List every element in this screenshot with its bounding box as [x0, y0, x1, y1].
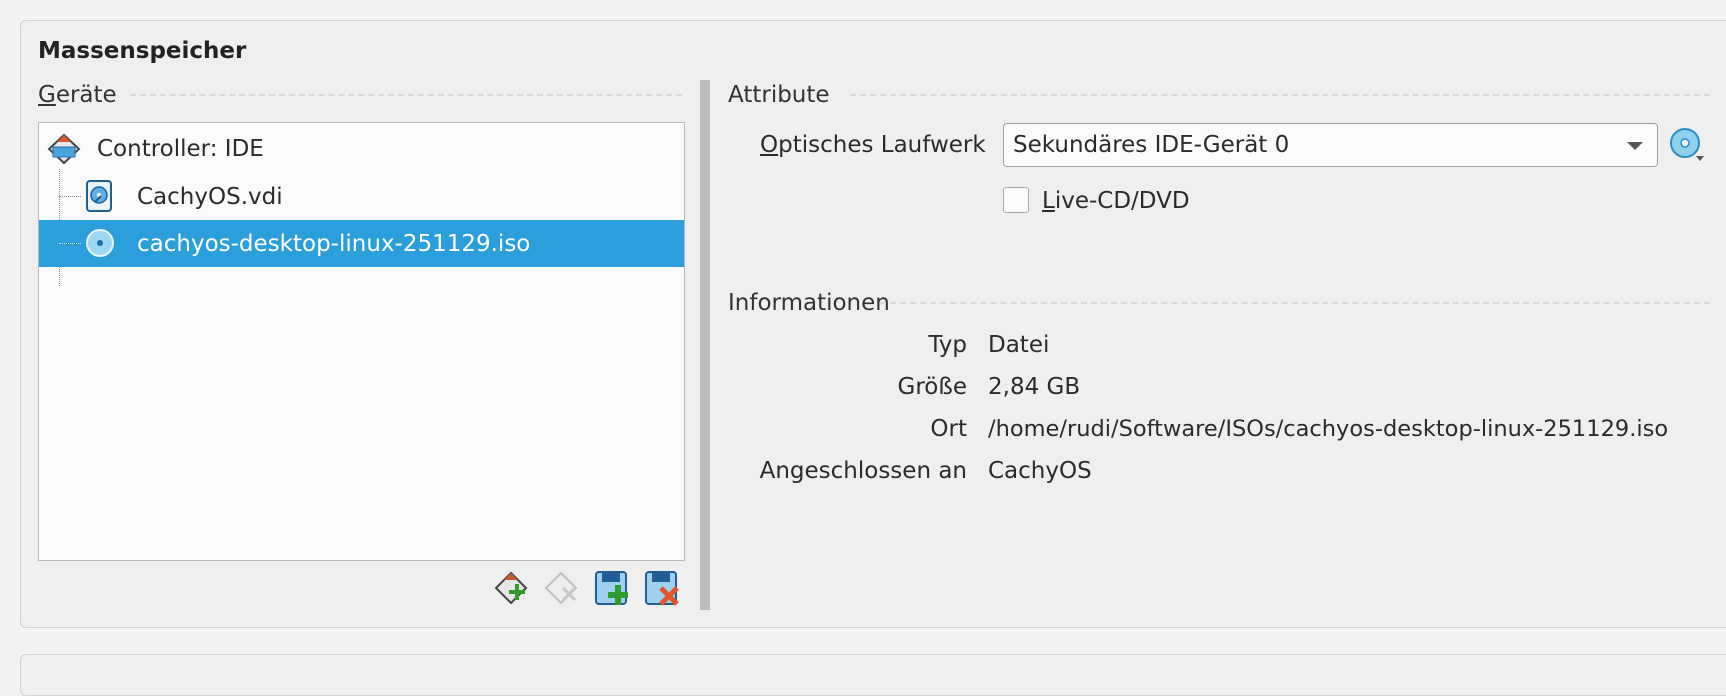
info-value-location[interactable]: /home/rudi/Software/ISOs/cachyos-desktop… — [988, 416, 1668, 442]
optical-disc-icon — [85, 228, 115, 258]
remove-controller-button[interactable] — [543, 570, 581, 608]
information-label: Informationen — [728, 290, 890, 316]
splitter-handle[interactable] — [700, 80, 710, 610]
tree-item-label: cachyos-desktop-linux-251129.iso — [137, 230, 531, 257]
attributes-label: Attribute — [728, 82, 830, 108]
live-cd-label: Live-CD/DVD — [1042, 188, 1190, 214]
remove-controller-icon — [544, 571, 578, 605]
ide-controller-icon — [47, 133, 81, 167]
devices-label: Geräte — [38, 82, 117, 108]
tree-item-controller-ide[interactable]: Controller: IDE — [39, 125, 684, 172]
storage-tree[interactable]: Controller: IDE CachyOS.vdi cachyos-desk… — [38, 122, 685, 561]
tree-item-optical-disc[interactable]: cachyos-desktop-linux-251129.iso — [39, 220, 684, 267]
optical-drive-label: Optisches Laufwerk — [760, 132, 986, 158]
section-title: Massenspeicher — [38, 38, 247, 64]
optical-drive-select[interactable]: Sekundäres IDE-Gerät 0 — [1003, 123, 1658, 167]
devices-separator — [130, 94, 682, 96]
tree-item-label: Controller: IDE — [97, 135, 264, 162]
tree-item-hard-disk[interactable]: CachyOS.vdi — [39, 173, 684, 220]
remove-attachment-button[interactable] — [644, 570, 682, 608]
tree-item-label: CachyOS.vdi — [137, 183, 283, 210]
add-attachment-icon — [595, 571, 628, 605]
info-value-size: 2,84 GB — [988, 374, 1081, 400]
optical-drive-value: Sekundäres IDE-Gerät 0 — [1013, 132, 1290, 158]
live-cd-checkbox[interactable] — [1003, 187, 1029, 213]
attributes-separator — [850, 94, 1710, 96]
add-controller-icon — [494, 571, 528, 605]
choose-disk-button[interactable] — [1668, 126, 1708, 164]
info-key-attached-to: Angeschlossen an — [759, 458, 967, 484]
info-value-type: Datei — [988, 332, 1050, 358]
add-controller-button[interactable] — [493, 570, 531, 608]
info-value-attached-to: CachyOS — [988, 458, 1092, 484]
info-key-type: Typ — [928, 332, 967, 358]
tree-connector — [59, 243, 81, 244]
information-separator — [880, 302, 1710, 304]
add-attachment-button[interactable] — [594, 570, 632, 608]
next-panel — [20, 654, 1726, 696]
optical-disc-menu-icon — [1670, 128, 1704, 161]
remove-attachment-icon — [645, 571, 679, 606]
chevron-down-icon — [1627, 142, 1643, 150]
hard-disk-icon — [85, 180, 113, 212]
info-key-location: Ort — [930, 416, 967, 442]
info-key-size: Größe — [897, 374, 967, 400]
